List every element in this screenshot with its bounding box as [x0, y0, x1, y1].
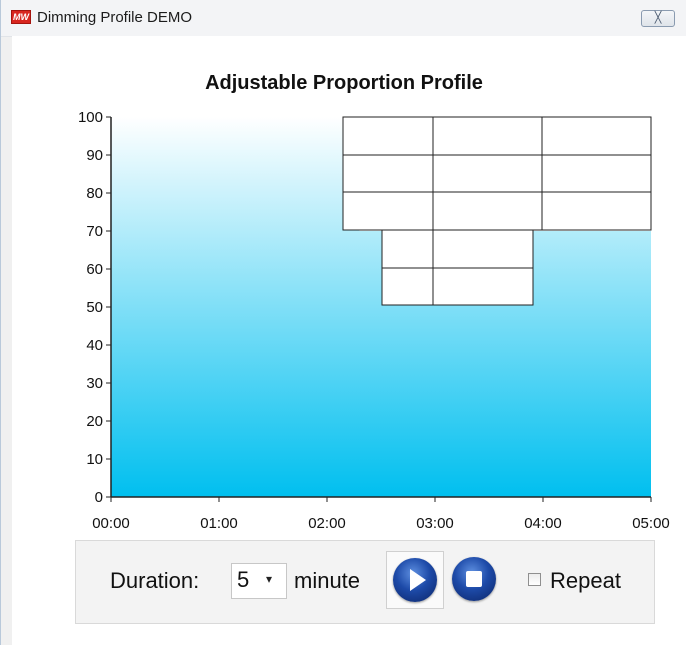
- duration-value: 5: [237, 567, 250, 592]
- repeat-checkbox[interactable]: [528, 573, 541, 586]
- app-window: MW Dimming Profile DEMO ╳ Adjustable Pro…: [0, 0, 686, 645]
- y-tick-label: 60: [86, 261, 103, 278]
- x-tick-label: 04:00: [524, 515, 562, 532]
- x-tick-label: 02:00: [308, 515, 346, 532]
- chevron-down-icon: ▾: [266, 572, 273, 586]
- y-tick-label: 0: [95, 489, 103, 506]
- y-tick-label: 10: [86, 451, 103, 468]
- duration-label: Duration:: [110, 568, 200, 593]
- duration-unit-label: minute: [294, 568, 361, 593]
- y-tick-label: 90: [86, 147, 103, 164]
- controls-panel: Duration: 5 ▾ minute Repeat: [75, 540, 655, 624]
- stop-button[interactable]: [452, 557, 496, 601]
- y-tick-label: 30: [86, 375, 103, 392]
- duration-select[interactable]: 5 ▾: [231, 563, 287, 599]
- y-tick-label: 70: [86, 223, 103, 240]
- y-tick-label: 50: [86, 299, 103, 316]
- x-tick-label: 00:00: [92, 515, 130, 532]
- x-tick-label: 03:00: [416, 515, 454, 532]
- play-button[interactable]: [386, 551, 444, 609]
- repeat-label: Repeat: [550, 568, 621, 593]
- stop-icon: [466, 571, 482, 587]
- y-tick-label: 100: [78, 109, 103, 126]
- y-tick-label: 40: [86, 337, 103, 354]
- x-tick-label: 05:00: [632, 515, 670, 532]
- y-tick-label: 80: [86, 185, 103, 202]
- editor-grid-block: [342, 116, 652, 231]
- y-tick-label: 20: [86, 413, 103, 430]
- play-icon: [393, 558, 437, 602]
- x-tick-label: 01:00: [200, 515, 238, 532]
